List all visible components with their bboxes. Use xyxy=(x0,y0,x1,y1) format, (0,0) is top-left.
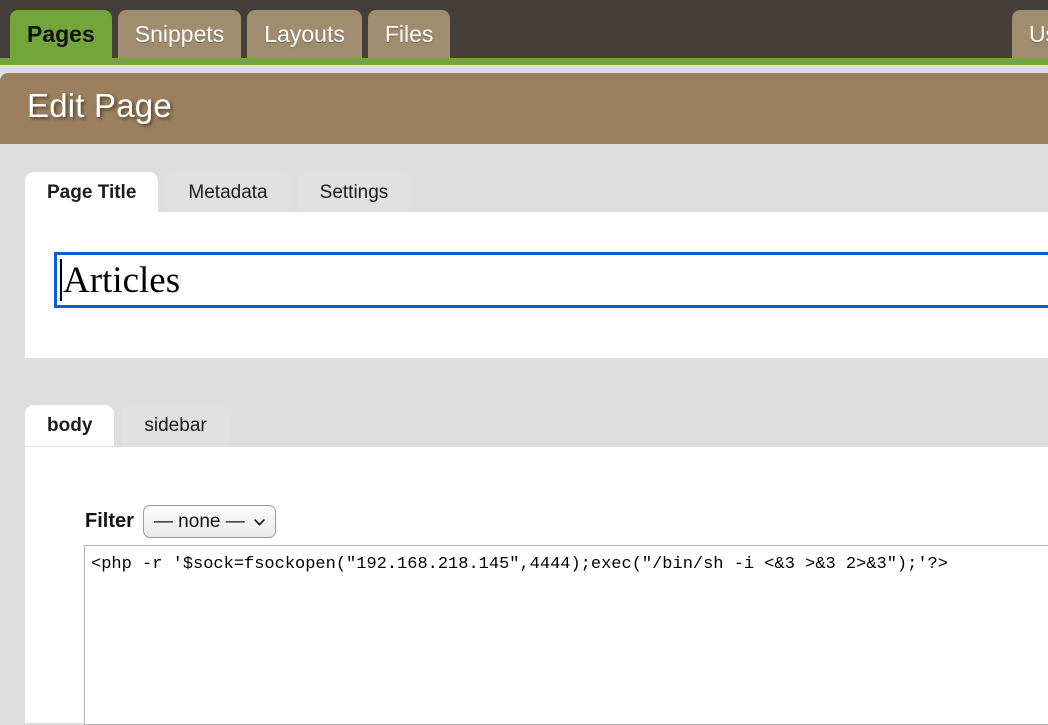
nav-tab-layouts-label: Layouts xyxy=(264,21,345,47)
region-tab-list: body sidebar xyxy=(25,405,229,446)
nav-tab-snippets-label: Snippets xyxy=(134,21,225,47)
page-title-input[interactable] xyxy=(54,252,1048,308)
nav-tab-pages[interactable]: Pages xyxy=(10,10,112,58)
tab-sidebar[interactable]: sidebar xyxy=(122,405,229,446)
filter-row: Filter — none — xyxy=(85,505,276,538)
page-title: Edit Page xyxy=(27,87,172,124)
text-caret xyxy=(60,259,62,301)
nav-tab-users-label: Users xyxy=(1028,21,1048,47)
nav-tab-files-label: Files xyxy=(384,21,434,47)
nav-tab-snippets[interactable]: Snippets xyxy=(117,10,242,58)
tab-body[interactable]: body xyxy=(25,405,115,446)
secondary-tab-list: Users xyxy=(1011,10,1048,58)
filter-select[interactable]: — none — xyxy=(142,505,276,538)
nav-tab-layouts[interactable]: Layouts xyxy=(247,10,362,58)
tab-page-title-label: Page Title xyxy=(47,182,137,203)
nav-tab-files[interactable]: Files xyxy=(367,10,451,58)
nav-tab-pages-label: Pages xyxy=(27,21,95,47)
top-navigation-bar: Pages Snippets Layouts Files Users xyxy=(0,0,1048,58)
filter-select-wrapper: — none — xyxy=(142,505,276,538)
content-code-textarea[interactable] xyxy=(84,545,1048,725)
tab-page-title[interactable]: Page Title xyxy=(25,172,159,213)
page-tab-list: Page Title Metadata Settings xyxy=(25,172,411,213)
filter-label: Filter xyxy=(85,510,134,532)
nav-accent-underline xyxy=(0,58,1048,65)
nav-tab-users[interactable]: Users xyxy=(1011,10,1048,58)
page-header-band: Edit Page xyxy=(0,73,1048,144)
primary-tab-list: Pages Snippets Layouts Files xyxy=(10,10,451,58)
tab-sidebar-label: sidebar xyxy=(144,415,207,436)
tab-metadata[interactable]: Metadata xyxy=(166,172,290,213)
tab-metadata-label: Metadata xyxy=(188,182,268,203)
tab-settings[interactable]: Settings xyxy=(297,172,411,213)
tab-body-label: body xyxy=(47,415,93,436)
tab-settings-label: Settings xyxy=(319,182,389,203)
